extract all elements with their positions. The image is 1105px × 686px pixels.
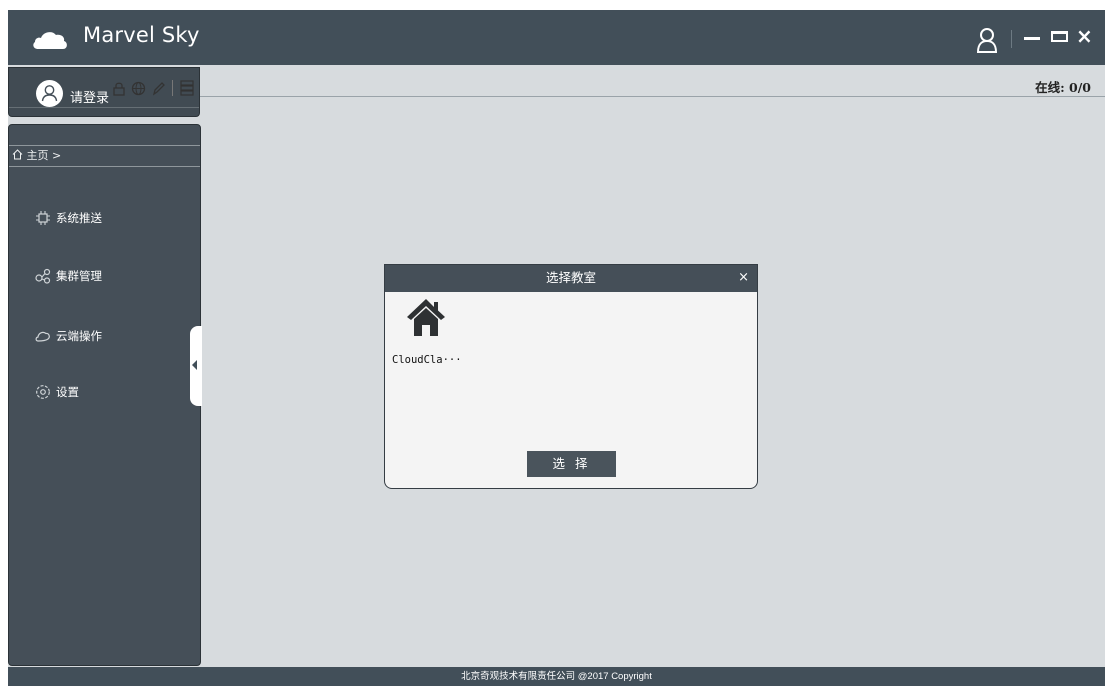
title-separator: [1011, 30, 1012, 48]
sidebar-item-settings[interactable]: 设置: [35, 382, 79, 402]
sidebar-item-label: 设置: [56, 385, 79, 399]
sidebar-item-label: 云端操作: [56, 329, 102, 343]
footer-text: 北京奇观技术有限责任公司 @2017 Copyright: [461, 671, 652, 682]
select-button[interactable]: 选 择: [527, 451, 616, 477]
close-icon[interactable]: ×: [1076, 26, 1093, 46]
lock-icon[interactable]: [113, 81, 125, 96]
select-classroom-dialog: 选择教室 × CloudCla··· 选 择: [384, 264, 758, 489]
breadcrumb[interactable]: 主页 >: [9, 145, 200, 167]
cloud-logo-icon: [33, 32, 67, 49]
footer: 北京奇观技术有限责任公司 @2017 Copyright: [8, 667, 1105, 686]
app-title: Marvel Sky: [83, 23, 200, 47]
cluster-icon: [35, 268, 51, 284]
sidebar-item-cluster[interactable]: 集群管理: [35, 266, 102, 286]
cloud-outline-icon: [35, 331, 50, 342]
avatar[interactable]: [36, 80, 63, 107]
sidebar-item-cloud-ops[interactable]: 云端操作: [35, 326, 102, 346]
title-bar: Marvel Sky ×: [8, 10, 1105, 65]
server-icon[interactable]: [180, 80, 194, 96]
sidebar-item-label: 集群管理: [56, 269, 102, 283]
dialog-close-icon[interactable]: ×: [738, 265, 749, 290]
divider-bar: [172, 80, 173, 96]
breadcrumb-text: 主页 >: [26, 149, 62, 162]
home-icon: [12, 149, 23, 160]
toolbar-icons: [113, 79, 194, 97]
sidebar: 主页 > 系统推送 集群管理 云端操作 设置: [8, 124, 201, 666]
settings-icon: [36, 385, 50, 399]
user-avatar-icon: [41, 85, 58, 102]
online-status: 在线: 0/0: [1035, 80, 1091, 95]
app-window: Marvel Sky × 在线: 0/0 请登录 主页 > 系统推送 集群管理 …: [8, 10, 1105, 686]
classroom-item-label[interactable]: CloudCla···: [392, 354, 462, 366]
globe-icon[interactable]: [131, 81, 146, 96]
login-divider: [9, 107, 199, 108]
dialog-title: 选择教室: [545, 270, 596, 285]
maximize-icon[interactable]: [1051, 31, 1068, 42]
dialog-header: 选择教室 ×: [385, 265, 757, 292]
login-panel: 请登录: [8, 67, 200, 117]
chip-icon: [36, 211, 50, 225]
chevron-left-icon: [192, 360, 197, 370]
sidebar-item-label: 系统推送: [56, 211, 102, 225]
user-icon[interactable]: [976, 27, 998, 53]
sidebar-item-system-push[interactable]: 系统推送: [35, 208, 102, 228]
login-link[interactable]: 请登录: [70, 87, 109, 106]
minimize-icon[interactable]: [1024, 37, 1040, 40]
house-icon[interactable]: [405, 295, 447, 337]
pencil-icon[interactable]: [152, 81, 166, 96]
sidebar-collapse-handle[interactable]: [190, 326, 202, 406]
